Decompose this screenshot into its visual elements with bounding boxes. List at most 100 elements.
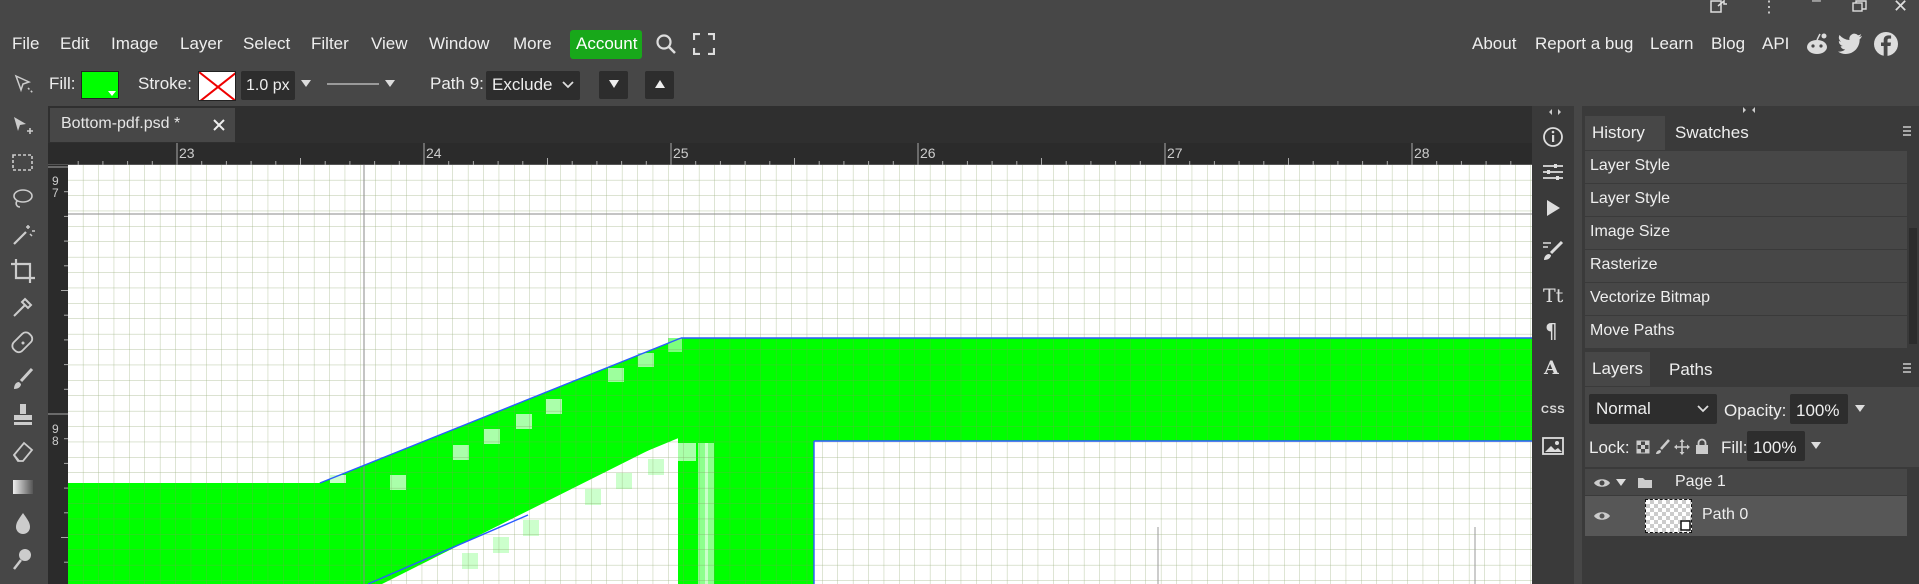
history-item[interactable]: Image Size: [1585, 217, 1907, 250]
account-button[interactable]: Account: [570, 30, 642, 59]
menu-more[interactable]: More: [513, 34, 552, 54]
fill-dropdown-icon[interactable]: [1810, 441, 1822, 451]
glyphs-icon[interactable]: A: [1542, 356, 1564, 378]
chevron-down-icon: [1697, 405, 1709, 413]
menu-filter[interactable]: Filter: [311, 34, 349, 54]
lock-pixels-brush-icon[interactable]: [1655, 439, 1671, 455]
close-tab-icon[interactable]: [212, 118, 226, 132]
eye-icon[interactable]: [1593, 510, 1611, 522]
opacity-label: Opacity:: [1724, 401, 1787, 420]
lock-position-move-icon[interactable]: [1674, 439, 1690, 455]
layer-row-folder[interactable]: Page 1: [1585, 467, 1907, 495]
adjustments-icon[interactable]: [1542, 162, 1564, 182]
eye-icon[interactable]: [1593, 477, 1611, 489]
css-icon[interactable]: CSS: [1541, 404, 1565, 416]
menu-window[interactable]: Window: [429, 34, 489, 54]
clone-stamp-tool-icon[interactable]: [10, 402, 36, 428]
facebook-icon[interactable]: [1873, 31, 1899, 57]
collapse-arrows-icon[interactable]: [1742, 106, 1756, 114]
menu-image[interactable]: Image: [111, 34, 158, 54]
link-learn[interactable]: Learn: [1650, 34, 1693, 54]
document-tab[interactable]: Bottom-pdf.psd *: [50, 108, 235, 142]
character-icon[interactable]: Tt: [1542, 284, 1564, 306]
crop-tool-icon[interactable]: [10, 258, 36, 284]
fullscreen-icon[interactable]: [693, 33, 715, 55]
twitter-icon[interactable]: [1838, 33, 1864, 55]
image-icon[interactable]: [1542, 436, 1564, 456]
stroke-style-picker[interactable]: [327, 76, 397, 92]
layer-row-path[interactable]: Path 0: [1585, 496, 1907, 536]
healing-brush-tool-icon[interactable]: [10, 330, 36, 356]
blend-mode-value: Normal: [1596, 399, 1651, 418]
tab-swatches[interactable]: Swatches: [1675, 123, 1749, 143]
menu-file[interactable]: File: [12, 34, 39, 54]
menu-edit[interactable]: Edit: [60, 34, 89, 54]
window-share-icon[interactable]: [1710, 0, 1728, 14]
window-close-icon[interactable]: ✕: [1893, 0, 1908, 17]
brush-settings-icon[interactable]: [1542, 240, 1564, 262]
eraser-tool-icon[interactable]: [10, 438, 36, 464]
lock-transparency-icon[interactable]: [1636, 440, 1650, 454]
history-scrollbar[interactable]: [1909, 228, 1917, 344]
svg-text:¶: ¶: [1545, 320, 1558, 342]
path-mode-value: Exclude: [492, 75, 553, 94]
blur-tool-icon[interactable]: [10, 510, 36, 536]
direct-select-icon: [14, 74, 34, 94]
stroke-color-swatch[interactable]: [198, 71, 236, 101]
panel-icon-column: Tt ¶ A CSS: [1532, 106, 1574, 584]
vertical-ruler: 9 7 9 8: [48, 165, 68, 584]
search-icon[interactable]: [655, 33, 677, 55]
lasso-tool-icon[interactable]: [10, 186, 36, 212]
layer-fill-input[interactable]: 100%: [1747, 431, 1805, 461]
menu-select[interactable]: Select: [243, 34, 290, 54]
marquee-tool-icon[interactable]: [10, 150, 36, 176]
fill-color-swatch[interactable]: [81, 71, 119, 99]
opacity-dropdown-icon[interactable]: [1854, 404, 1866, 414]
opacity-input[interactable]: 100%: [1790, 394, 1848, 424]
eyedropper-tool-icon[interactable]: [10, 294, 36, 320]
magic-wand-tool-icon[interactable]: [10, 222, 36, 248]
history-item[interactable]: Vectorize Bitmap: [1585, 283, 1907, 316]
move-path-down-button[interactable]: [599, 71, 628, 99]
window-more-icon[interactable]: ⋮: [1761, 0, 1777, 17]
gradient-tool-icon[interactable]: [10, 474, 36, 500]
history-item[interactable]: Layer Style: [1585, 184, 1907, 217]
move-tool-icon[interactable]: [10, 114, 36, 140]
stroke-width-dropdown-icon[interactable]: [300, 79, 312, 89]
pixel-grid: [68, 165, 1532, 584]
reddit-icon[interactable]: [1804, 32, 1830, 56]
menu-layer[interactable]: Layer: [180, 34, 223, 54]
history-item[interactable]: Move Paths: [1585, 316, 1907, 349]
brush-tool-icon[interactable]: [10, 366, 36, 392]
stroke-width-input[interactable]: 1.0 px: [241, 71, 295, 100]
path-mode-select[interactable]: Exclude: [486, 71, 580, 100]
menu-view[interactable]: View: [371, 34, 408, 54]
horizontal-ruler: 23 24 25 26 27 28: [48, 143, 1532, 165]
tab-layers[interactable]: Layers: [1585, 352, 1650, 386]
dodge-tool-icon[interactable]: [10, 546, 36, 572]
lock-all-icon[interactable]: [1695, 438, 1709, 455]
link-api[interactable]: API: [1762, 34, 1789, 54]
image-canvas[interactable]: [68, 165, 1532, 584]
document-tab-strip: [48, 106, 1532, 143]
chevron-down-icon[interactable]: [1615, 478, 1627, 488]
blend-mode-select[interactable]: Normal: [1589, 394, 1717, 424]
link-report-bug[interactable]: Report a bug: [1535, 34, 1633, 54]
move-path-up-button[interactable]: [645, 71, 674, 99]
panel-menu-icon[interactable]: [1901, 123, 1913, 139]
tab-layers-label: Layers: [1592, 359, 1644, 378]
window-restore-icon[interactable]: [1852, 0, 1868, 12]
window-minimize-icon[interactable]: –: [1812, 0, 1821, 10]
link-about[interactable]: About: [1472, 34, 1516, 54]
collapse-arrows-icon[interactable]: [1548, 108, 1562, 116]
paragraph-icon[interactable]: ¶: [1544, 320, 1562, 342]
tab-paths[interactable]: Paths: [1669, 360, 1712, 380]
link-blog[interactable]: Blog: [1711, 34, 1745, 54]
panel-menu-icon[interactable]: [1901, 360, 1913, 376]
history-item[interactable]: Rasterize: [1585, 250, 1907, 283]
actions-play-icon[interactable]: [1544, 198, 1562, 218]
history-item[interactable]: Layer Style: [1585, 151, 1907, 184]
ruler-label: 24: [426, 145, 442, 161]
info-icon[interactable]: [1542, 126, 1564, 148]
tab-history[interactable]: History: [1585, 116, 1665, 150]
